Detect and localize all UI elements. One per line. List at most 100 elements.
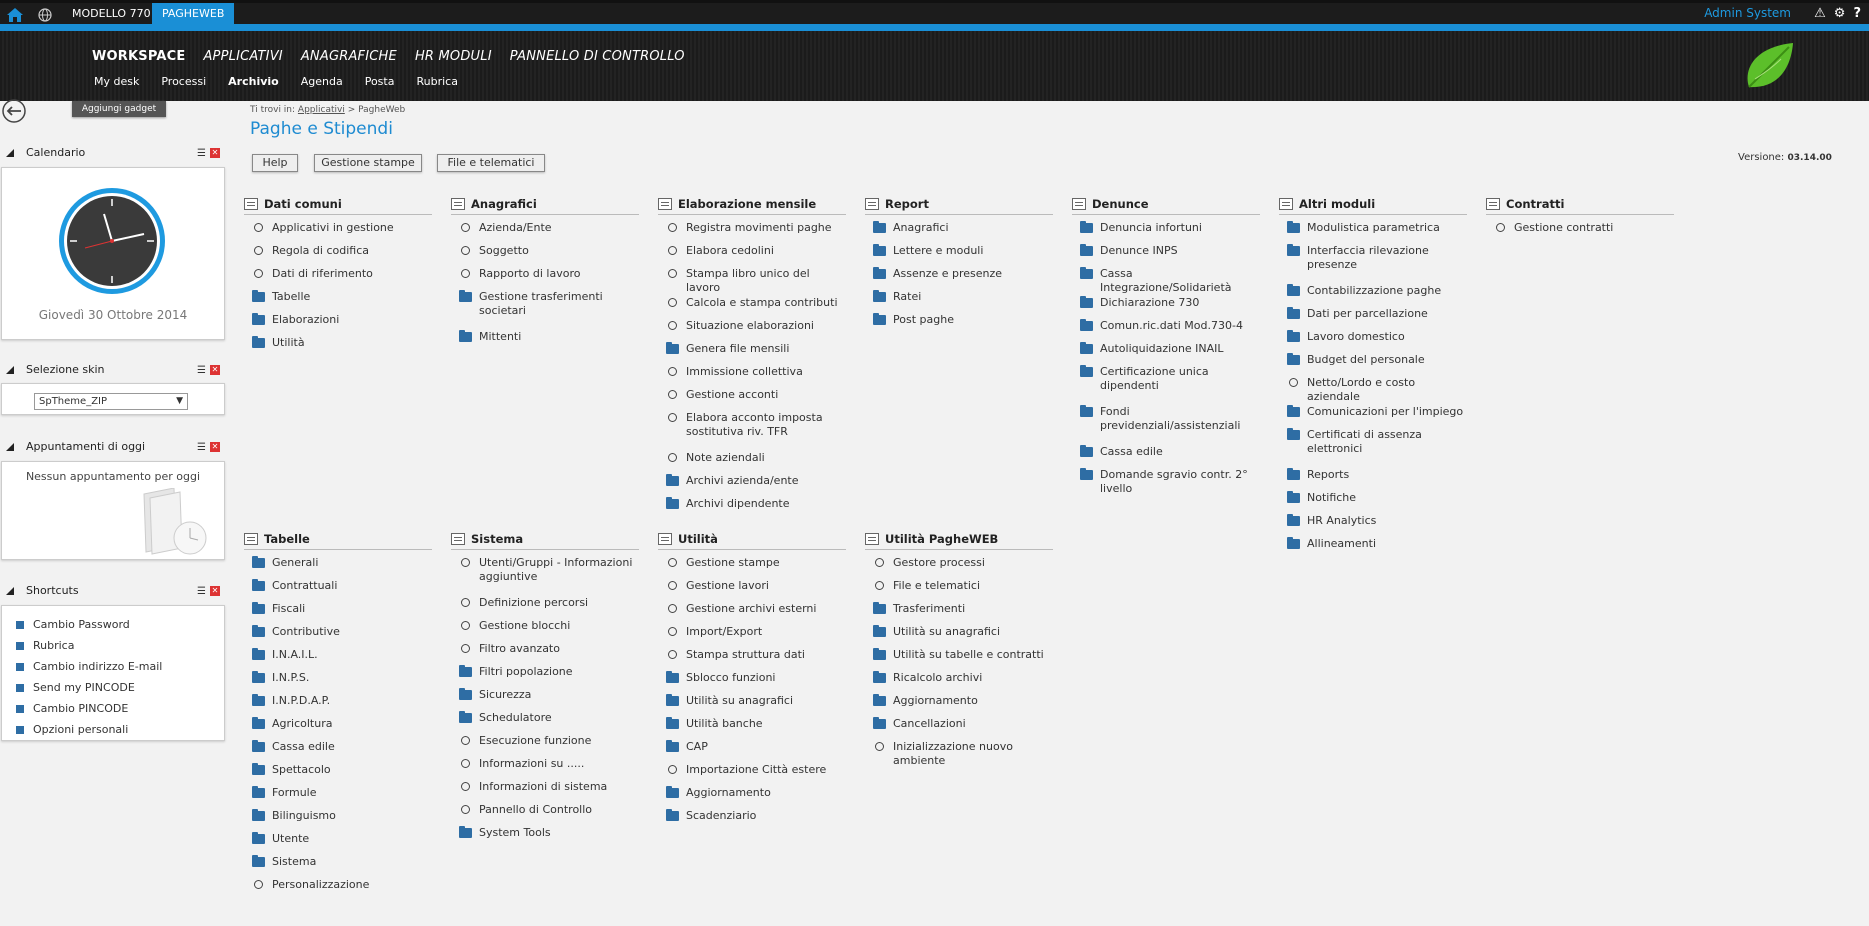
menu-item[interactable]: Interfaccia rilevazione presenze [1287,243,1467,283]
collapse-icon[interactable] [6,366,14,374]
menu-item[interactable]: Genera file mensili [666,341,846,364]
back-arrow-icon[interactable] [1,98,29,126]
menu-item[interactable]: Budget del personale [1287,352,1467,375]
skin-select[interactable]: SpTheme_ZIP ▼ [34,393,188,410]
menu-item[interactable]: Dati per parcellazione [1287,306,1467,329]
menu-item[interactable]: Utilità su tabelle e contratti [873,647,1053,670]
menu-item[interactable]: Gestore processi [873,555,1053,578]
warning-icon[interactable]: ⚠ [1814,6,1826,21]
menu-item[interactable]: Cassa edile [1080,444,1260,467]
menu-item[interactable]: Dichiarazione 730 [1080,295,1260,318]
menu-item[interactable]: Stampa libro unico del lavoro [666,266,846,295]
menu-item[interactable]: Ratei [873,289,1053,312]
menu-item[interactable]: Contabilizzazione paghe [1287,283,1467,306]
menu-item[interactable]: Informazioni su ..... [459,756,639,779]
menu-item[interactable]: Utente [252,831,432,854]
add-gadget-button[interactable]: Aggiungi gadget [72,101,166,117]
menu-item[interactable]: Aggiornamento [666,785,846,808]
gestione-stampe-button[interactable]: Gestione stampe [314,154,422,172]
menu-item[interactable]: Cancellazioni [873,716,1053,739]
menu-item[interactable]: Aggiornamento [873,693,1053,716]
menu-item[interactable]: Autoliquidazione INAIL [1080,341,1260,364]
shortcut-item[interactable]: Cambio PINCODE [16,698,162,719]
menu-item[interactable]: Schedulatore [459,710,639,733]
close-icon[interactable]: ✕ [210,442,220,452]
home-icon[interactable] [4,5,26,25]
menu-item[interactable]: Gestione stampe [666,555,846,578]
menu-item[interactable]: Elaborazioni [252,312,432,335]
menu-item[interactable]: Comun.ric.dati Mod.730-4 [1080,318,1260,341]
close-icon[interactable]: ✕ [210,586,220,596]
menu-item[interactable]: Contrattuali [252,578,432,601]
menu-item[interactable]: Gestione contratti [1494,220,1674,243]
menu-item[interactable]: Mittenti [459,329,639,352]
menu-item[interactable]: Utilità su anagrafici [873,624,1053,647]
menu-item[interactable]: CAP [666,739,846,762]
menu-item[interactable]: Importazione Città estere [666,762,846,785]
menu-item[interactable]: Immissione collettiva [666,364,846,387]
subnav-my-desk[interactable]: My desk [94,75,139,88]
menu-item[interactable]: Gestione acconti [666,387,846,410]
menu-item[interactable]: Elabora cedolini [666,243,846,266]
menu-item[interactable]: Agricoltura [252,716,432,739]
gear-icon[interactable]: ⚙ [1834,6,1846,21]
menu-item[interactable]: Denunce INPS [1080,243,1260,266]
menu-icon[interactable]: ☰ [197,586,206,597]
menu-item[interactable]: Scadenziario [666,808,846,831]
nav-anagrafiche[interactable]: ANAGRAFICHE [301,49,397,64]
menu-item[interactable]: Netto/Lordo e costo aziendale [1287,375,1467,404]
menu-item[interactable]: Archivi dipendente [666,496,846,519]
shortcut-item[interactable]: Rubrica [16,635,162,656]
menu-item[interactable]: Inizializzazione nuovo ambiente [873,739,1053,779]
menu-item[interactable]: Anagrafici [873,220,1053,243]
menu-item[interactable]: I.N.A.I.L. [252,647,432,670]
nav-pannello-di-controllo[interactable]: PANNELLO DI CONTROLLO [510,49,685,64]
menu-item[interactable]: Utenti/Gruppi - Informazioni aggiuntive [459,555,639,595]
menu-item[interactable]: Regola di codifica [252,243,432,266]
subnav-posta[interactable]: Posta [365,75,395,88]
menu-item[interactable]: Situazione elaborazioni [666,318,846,341]
menu-item[interactable]: Fondi previdenziali/assistenziali [1080,404,1260,444]
shortcut-item[interactable]: Send my PINCODE [16,677,162,698]
menu-icon[interactable]: ☰ [197,148,206,159]
file-e-telematici-button[interactable]: File e telematici [437,154,545,172]
menu-item[interactable]: I.N.P.D.A.P. [252,693,432,716]
menu-item[interactable]: Calcola e stampa contributi [666,295,846,318]
menu-item[interactable]: Assenze e presenze [873,266,1053,289]
menu-item[interactable]: Personalizzazione [252,877,432,900]
breadcrumb-link-applicativi[interactable]: Applicativi [298,105,345,115]
menu-item[interactable]: Archivi azienda/ente [666,473,846,496]
menu-item[interactable]: HR Analytics [1287,513,1467,536]
shortcut-item[interactable]: Opzioni personali [16,719,162,740]
menu-item[interactable]: Contributive [252,624,432,647]
menu-icon[interactable]: ☰ [197,365,206,376]
menu-item[interactable]: Import/Export [666,624,846,647]
subnav-agenda[interactable]: Agenda [301,75,343,88]
menu-item[interactable]: Informazioni di sistema [459,779,639,802]
menu-item[interactable]: Tabelle [252,289,432,312]
menu-item[interactable]: Dati di riferimento [252,266,432,289]
menu-item[interactable]: Allineamenti [1287,536,1467,559]
menu-item[interactable]: Gestione archivi esterni [666,601,846,624]
menu-item[interactable]: Utilità su anagrafici [666,693,846,716]
menu-item[interactable]: Esecuzione funzione [459,733,639,756]
menu-item[interactable]: Fiscali [252,601,432,624]
subnav-archivio[interactable]: Archivio [228,75,279,88]
menu-item[interactable]: Azienda/Ente [459,220,639,243]
close-icon[interactable]: ✕ [210,365,220,375]
menu-item[interactable]: Stampa struttura dati [666,647,846,670]
shortcut-item[interactable]: Cambio indirizzo E-mail [16,656,162,677]
menu-item[interactable]: Definizione percorsi [459,595,639,618]
menu-item[interactable]: Gestione blocchi [459,618,639,641]
nav-workspace[interactable]: WORKSPACE [92,49,185,64]
help-icon[interactable]: ? [1853,6,1861,21]
menu-item[interactable]: File e telematici [873,578,1053,601]
menu-item[interactable]: Ricalcolo archivi [873,670,1053,693]
menu-icon[interactable]: ☰ [197,442,206,453]
menu-item[interactable]: Note aziendali [666,450,846,473]
menu-item[interactable]: Certificati di assenza elettronici [1287,427,1467,467]
menu-item[interactable]: Modulistica parametrica [1287,220,1467,243]
menu-item[interactable]: Lettere e moduli [873,243,1053,266]
menu-item[interactable]: Filtro avanzato [459,641,639,664]
menu-item[interactable]: Domande sgravio contr. 2° livello [1080,467,1260,507]
